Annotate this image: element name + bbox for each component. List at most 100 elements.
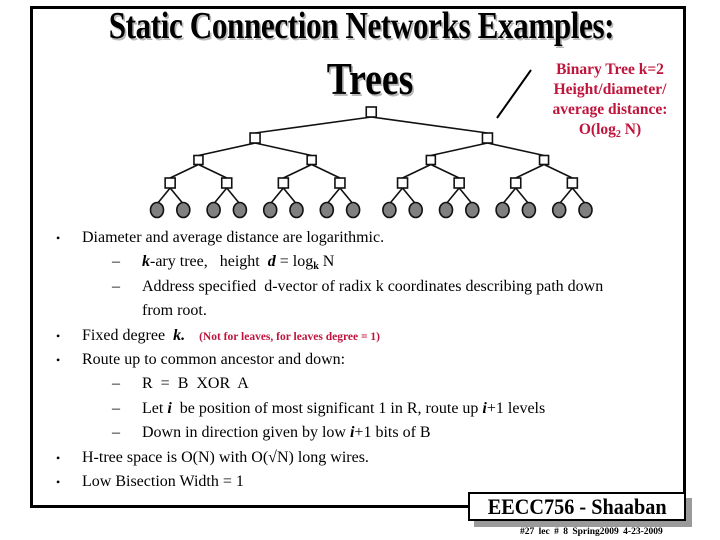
tree-switch-node <box>164 177 176 189</box>
tree-edge <box>254 116 372 134</box>
bullet-text: +1 levels <box>486 399 546 417</box>
tree-edge <box>283 163 312 179</box>
tree-leaf-node <box>345 201 361 219</box>
tree-edge <box>282 187 298 205</box>
bullet-list: • Diameter and average distance are loga… <box>56 226 676 494</box>
sub-bullet-item: – R = B XOR A <box>56 372 676 396</box>
tree-edge <box>501 187 517 205</box>
sub-bullet-item: – Address specified d-vector of radix k … <box>56 275 676 299</box>
tree-edge <box>156 187 171 205</box>
tree-edge <box>445 187 460 205</box>
bullet-marker: • <box>56 352 61 367</box>
tree-edge <box>430 163 460 179</box>
bullet-text: N <box>318 253 335 271</box>
var-k: k <box>142 253 150 271</box>
bullet-item: • Fixed degree k. (Not for leaves, for le… <box>56 324 676 348</box>
bullet-text: +1 bits of B <box>354 424 431 442</box>
tree-edge <box>487 142 545 157</box>
tree-switch-node <box>396 177 409 189</box>
tree-edge <box>198 142 256 157</box>
bullet-marker: • <box>56 450 61 465</box>
tree-switch-node <box>453 177 465 189</box>
tree-leaf-node <box>289 201 304 219</box>
tree-edge <box>339 187 354 205</box>
tree-leaf-node <box>319 201 335 219</box>
tree-edge <box>269 187 284 205</box>
tree-edge <box>515 163 545 179</box>
tree-edge <box>169 187 184 205</box>
bullet-item: • Low Bisection Width = 1 <box>56 470 676 494</box>
sub-bullet-marker: – <box>112 399 120 417</box>
tree-edge <box>558 187 573 205</box>
tree-leaf-node <box>232 201 248 219</box>
sub-bullet-continuation: from root. <box>56 299 676 323</box>
tree-leaf-node <box>176 201 191 219</box>
tree-edge <box>198 163 228 179</box>
tree-edge <box>169 163 199 179</box>
bullet-item: • Route up to common ancestor and down: <box>56 348 676 372</box>
bullet-text: R = B XOR A <box>142 375 249 393</box>
bullet-text: be position of most significant 1 in R, … <box>171 399 483 417</box>
bullet-text: -ary tree, height <box>150 253 268 271</box>
tree-edge <box>388 187 404 205</box>
bullet-text: = log <box>275 253 314 271</box>
sub-bullet-item: – k-ary tree, height d = logk N <box>56 250 676 274</box>
tree-switch-node <box>538 154 550 166</box>
tree-edge <box>458 187 473 205</box>
tree-leaf-node <box>438 201 454 219</box>
tree-leaf-node <box>464 201 480 219</box>
bullet-text: Low Bisection Width = 1 <box>82 472 244 490</box>
bullet-text: Diameter and average distance are logari… <box>82 229 385 246</box>
footer-course-label: EECC756 - Shaaban <box>468 492 686 521</box>
tree-switch-node <box>481 132 494 144</box>
tree-leaf-node <box>149 201 165 219</box>
tree-switch-node <box>509 177 522 189</box>
tree-leaf-node <box>495 201 510 219</box>
bullet-marker: • <box>56 231 61 245</box>
bullet-text: Fixed degree <box>82 326 174 344</box>
tree-edge <box>371 116 488 134</box>
tree-leaf-node <box>551 201 567 219</box>
tree-edge <box>311 163 341 179</box>
sub-bullet-marker: – <box>112 253 120 271</box>
tree-edge <box>571 187 587 205</box>
bullet-text: Address specified d-vector of radix k co… <box>142 277 604 295</box>
tree-edge <box>254 142 312 157</box>
tree-switch-node <box>334 177 346 189</box>
sub-bullet-marker: – <box>112 277 120 295</box>
tree-edge <box>543 163 573 179</box>
tree-switch-node <box>365 106 378 118</box>
footer-course-text: EECC756 - Shaaban <box>487 494 667 519</box>
tree-edge <box>226 187 241 205</box>
tree-switch-node <box>193 154 204 166</box>
sub-bullet-marker: – <box>112 424 120 442</box>
footer-meta: #27 lec # 8 Spring2009 4-23-2009 <box>520 527 663 537</box>
tree-leaf-node <box>206 201 221 219</box>
tree-switch-node <box>306 154 317 166</box>
sub-bullet-item: – Down in direction given by low i+1 bit… <box>56 421 676 445</box>
sub-bullet-marker: – <box>112 375 120 393</box>
tree-leaf-node <box>262 201 278 219</box>
tree-edge <box>326 187 341 205</box>
tree-leaf-node <box>521 201 537 219</box>
tree-edge <box>401 187 417 205</box>
tree-edge <box>515 187 530 205</box>
bullet-text: H-tree space is O(N) with O(√N) long wir… <box>82 448 369 466</box>
footer-connector-line <box>30 505 468 508</box>
bullet-marker: • <box>56 474 61 489</box>
tree-switch-node <box>277 177 290 189</box>
bullet-item: • H-tree space is O(N) with O(√N) long w… <box>56 446 676 470</box>
var-k: k. <box>173 326 186 344</box>
tree-switch-node <box>220 177 233 189</box>
sub-bullet-item: – Let i be position of most significant … <box>56 397 676 421</box>
tree-leaf-node <box>408 201 424 219</box>
bullet-note: (Not for leaves, for leaves degree = 1) <box>199 330 380 343</box>
var-d: d <box>267 253 276 271</box>
bullet-text: from root. <box>142 302 207 320</box>
tree-leaf-node <box>578 201 593 219</box>
tree-switch-node <box>425 154 437 166</box>
bullet-item: • Diameter and average distance are loga… <box>56 226 676 250</box>
tree-switch-node <box>566 177 579 189</box>
tree-edge <box>430 142 488 157</box>
bullet-text: Let <box>142 399 168 417</box>
